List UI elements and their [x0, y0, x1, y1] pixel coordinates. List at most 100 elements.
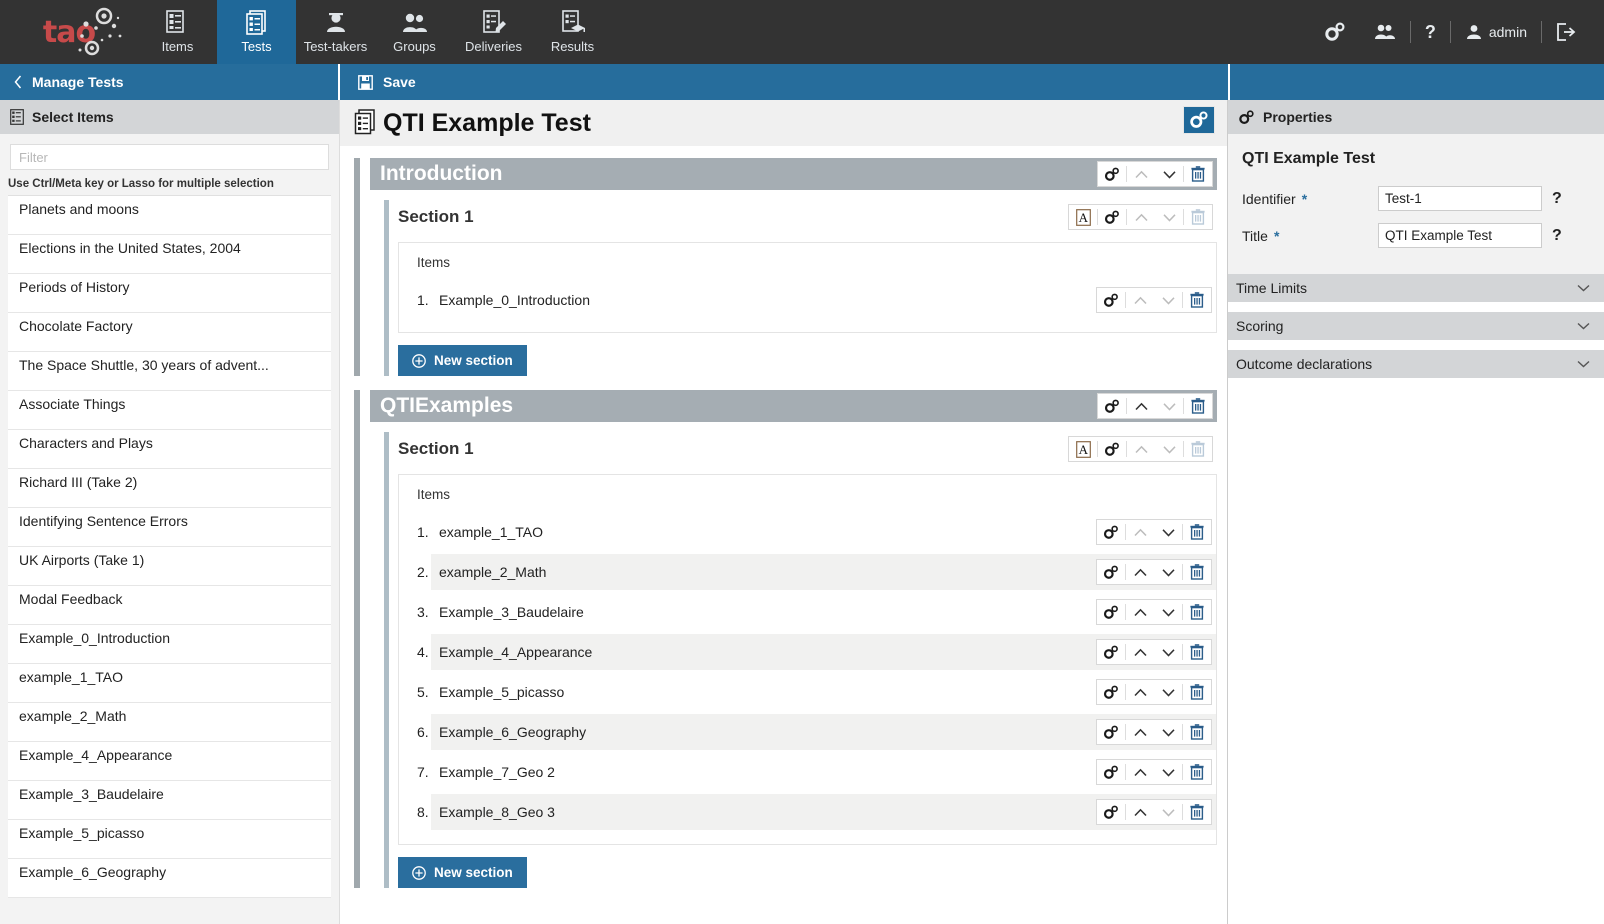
test-item-row[interactable]: 8. Example_8_Geo 3: [399, 792, 1216, 832]
title-help-icon[interactable]: ?: [1552, 227, 1562, 245]
item-delete-button[interactable]: [1183, 720, 1211, 744]
item-move-up-button[interactable]: [1126, 600, 1154, 624]
item-settings-button[interactable]: [1097, 680, 1125, 704]
list-item[interactable]: Chocolate Factory: [8, 313, 331, 352]
test-part-move-down-button[interactable]: [1155, 394, 1183, 418]
test-part-header[interactable]: QTIExamples: [370, 390, 1217, 422]
nav-item-tests[interactable]: Tests: [217, 0, 296, 64]
section-delete-button[interactable]: [1184, 437, 1212, 461]
item-settings-button[interactable]: [1097, 720, 1125, 744]
identifier-input[interactable]: [1378, 186, 1542, 211]
item-move-down-button[interactable]: [1154, 760, 1182, 784]
new-section-button[interactable]: New section: [398, 857, 527, 888]
list-item[interactable]: Example_4_Appearance: [8, 742, 331, 781]
section-settings-button[interactable]: [1098, 205, 1126, 229]
test-part-move-up-button[interactable]: [1127, 394, 1155, 418]
item-delete-button[interactable]: [1183, 288, 1211, 312]
accordion-time-limits[interactable]: Time Limits: [1228, 274, 1604, 302]
test-part-settings-button[interactable]: [1098, 162, 1126, 186]
nav-item-test-takers[interactable]: Test-takers: [296, 0, 375, 64]
list-item[interactable]: Richard III (Take 2): [8, 469, 331, 508]
item-delete-button[interactable]: [1183, 680, 1211, 704]
section-header[interactable]: Section 1 A: [398, 432, 1217, 466]
list-item[interactable]: example_2_Math: [8, 703, 331, 742]
item-move-up-button[interactable]: [1126, 800, 1154, 824]
item-move-down-button[interactable]: [1154, 720, 1182, 744]
item-settings-button[interactable]: [1097, 520, 1125, 544]
test-item-row[interactable]: 3. Example_3_Baudelaire: [399, 592, 1216, 632]
test-part-settings-button[interactable]: [1098, 394, 1126, 418]
accordion-scoring[interactable]: Scoring: [1228, 312, 1604, 340]
list-item[interactable]: Periods of History: [8, 274, 331, 313]
users-button[interactable]: [1360, 17, 1410, 47]
accordion-outcome-declarations[interactable]: Outcome declarations: [1228, 350, 1604, 378]
item-move-down-button[interactable]: [1154, 560, 1182, 584]
item-move-down-button[interactable]: [1154, 800, 1182, 824]
item-move-up-button[interactable]: [1126, 560, 1154, 584]
test-item-row[interactable]: 5. Example_5_picasso: [399, 672, 1216, 712]
item-settings-button[interactable]: [1097, 600, 1125, 624]
title-input[interactable]: [1378, 223, 1542, 248]
item-delete-button[interactable]: [1183, 560, 1211, 584]
test-item-row[interactable]: 7. Example_7_Geo 2: [399, 752, 1216, 792]
item-settings-button[interactable]: [1097, 640, 1125, 664]
identifier-help-icon[interactable]: ?: [1552, 190, 1562, 208]
item-settings-button[interactable]: [1097, 800, 1125, 824]
list-item[interactable]: Example_0_Introduction: [8, 625, 331, 664]
test-item-row[interactable]: 2. example_2_Math: [399, 552, 1216, 592]
item-move-up-button[interactable]: [1126, 760, 1154, 784]
section-move-up-button[interactable]: [1127, 205, 1155, 229]
nav-item-groups[interactable]: Groups: [375, 0, 454, 64]
item-move-down-button[interactable]: [1154, 600, 1182, 624]
item-move-down-button[interactable]: [1154, 680, 1182, 704]
item-settings-button[interactable]: [1097, 760, 1125, 784]
section-header[interactable]: Section 1 A: [398, 200, 1217, 234]
section-delete-button[interactable]: [1184, 205, 1212, 229]
list-item[interactable]: The Space Shuttle, 30 years of advent...: [8, 352, 331, 391]
filter-input[interactable]: [10, 144, 329, 170]
logout-button[interactable]: [1542, 17, 1590, 47]
item-move-down-button[interactable]: [1154, 640, 1182, 664]
section-rubric-block-button[interactable]: A: [1069, 205, 1097, 229]
tao-logo[interactable]: tao: [0, 0, 138, 64]
list-item[interactable]: example_1_TAO: [8, 664, 331, 703]
section-settings-button[interactable]: [1098, 437, 1126, 461]
test-item-row[interactable]: 1. Example_0_Introduction: [399, 280, 1216, 320]
list-item[interactable]: Modal Feedback: [8, 586, 331, 625]
list-item[interactable]: Associate Things: [8, 391, 331, 430]
item-move-up-button[interactable]: [1126, 288, 1154, 312]
test-part-header[interactable]: Introduction: [370, 158, 1217, 190]
section-rubric-block-button[interactable]: A: [1069, 437, 1097, 461]
item-move-down-button[interactable]: [1154, 520, 1182, 544]
item-delete-button[interactable]: [1183, 600, 1211, 624]
nav-item-results[interactable]: Results: [533, 0, 612, 64]
item-delete-button[interactable]: [1183, 640, 1211, 664]
test-part-delete-button[interactable]: [1184, 394, 1212, 418]
item-settings-button[interactable]: [1097, 560, 1125, 584]
section-move-down-button[interactable]: [1155, 205, 1183, 229]
item-delete-button[interactable]: [1183, 800, 1211, 824]
new-section-button[interactable]: New section: [398, 345, 527, 376]
test-part-delete-button[interactable]: [1184, 162, 1212, 186]
list-item[interactable]: Planets and moons: [8, 196, 331, 235]
item-settings-button[interactable]: [1097, 288, 1125, 312]
nav-item-deliveries[interactable]: Deliveries: [454, 0, 533, 64]
save-button[interactable]: Save: [358, 74, 416, 90]
section-move-up-button[interactable]: [1127, 437, 1155, 461]
test-settings-button[interactable]: [1183, 106, 1215, 134]
list-item[interactable]: UK Airports (Take 1): [8, 547, 331, 586]
test-item-row[interactable]: 4. Example_4_Appearance: [399, 632, 1216, 672]
nav-item-items[interactable]: Items: [138, 0, 217, 64]
section-move-down-button[interactable]: [1155, 437, 1183, 461]
test-part-move-down-button[interactable]: [1155, 162, 1183, 186]
back-to-manage-tests-button[interactable]: Manage Tests: [0, 64, 340, 100]
list-item[interactable]: Elections in the United States, 2004: [8, 235, 331, 274]
list-item[interactable]: Example_3_Baudelaire: [8, 781, 331, 820]
test-part-move-up-button[interactable]: [1127, 162, 1155, 186]
item-move-up-button[interactable]: [1126, 680, 1154, 704]
item-delete-button[interactable]: [1183, 520, 1211, 544]
item-delete-button[interactable]: [1183, 760, 1211, 784]
test-item-row[interactable]: 6. Example_6_Geography: [399, 712, 1216, 752]
settings-button[interactable]: [1310, 17, 1360, 47]
item-move-up-button[interactable]: [1126, 520, 1154, 544]
